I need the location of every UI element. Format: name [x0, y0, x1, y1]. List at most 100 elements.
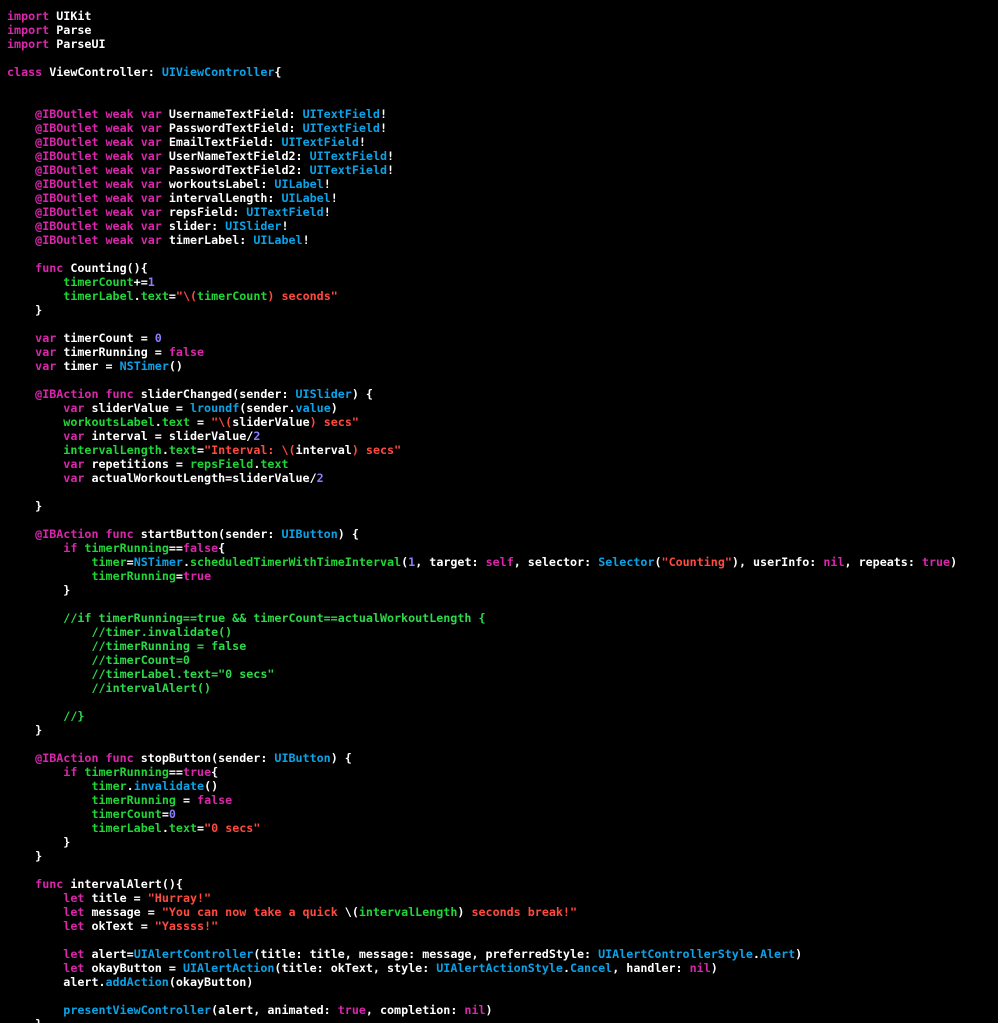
code-token-keyword: self [485, 555, 514, 569]
code-token-keyword: var [35, 331, 57, 345]
code-line: presentViewController(alert, animated: t… [7, 1003, 957, 1017]
code-token-plain: Parse [49, 23, 92, 37]
code-line: let title = "Hurray!" [7, 891, 957, 905]
code-token-comment: //timer.invalidate() [91, 625, 233, 639]
code-token-keyword: @IBOutlet weak var [35, 177, 162, 191]
code-token-keyword: func [35, 261, 64, 275]
code-token-type: Cancel [569, 961, 613, 975]
code-token-keyword: true [182, 569, 212, 583]
code-token-plain: , repeats: [844, 555, 922, 569]
code-token-number: 0 [154, 331, 162, 345]
code-token-plain: += [133, 275, 148, 289]
code-token-plain: = [175, 793, 198, 807]
code-line: //if timerRunning==true && timerCount==a… [7, 611, 957, 625]
code-token-plain: ) [485, 1003, 493, 1017]
code-line: timerLabel.text="\(timerCount) seconds" [7, 289, 957, 303]
code-line: @IBOutlet weak var UsernameTextField: UI… [7, 107, 957, 121]
code-token-plain: alert= [84, 947, 134, 961]
code-token-property: timerCount [197, 289, 268, 303]
code-token-plain: alert. [7, 975, 106, 989]
code-line: //timerRunning = false [7, 639, 957, 653]
code-token-plain: interval [295, 443, 352, 457]
code-token-plain: (okayButton) [168, 975, 254, 989]
code-token-type: UITextField [246, 205, 324, 219]
code-token-plain: } [7, 583, 71, 597]
code-token-type: UITextField [281, 135, 359, 149]
code-token-plain: . [154, 415, 162, 429]
code-token-type: UITextField [302, 121, 380, 135]
code-token-plain: title = [84, 891, 148, 905]
code-token-plain: = [161, 807, 169, 821]
code-token-plain: = [197, 443, 205, 457]
code-token-type: Selector [598, 555, 655, 569]
code-token-keyword: let [63, 891, 85, 905]
code-token-type: UIAlertAction [182, 961, 275, 975]
code-line: } [7, 835, 957, 849]
code-token-plain: ! [379, 121, 388, 135]
code-token-plain: ! [387, 163, 395, 177]
code-token-property: timerLabel [63, 289, 134, 303]
code-line: @IBOutlet weak var PasswordTextField: UI… [7, 121, 957, 135]
code-token-string: "Counting" [661, 555, 732, 569]
code-token-plain: = [175, 569, 183, 583]
code-line: timerCount=0 [7, 807, 957, 821]
code-token-plain: UsernameTextField: [161, 107, 303, 121]
code-line: timerCount+=1 [7, 275, 957, 289]
code-token-plain: message = [84, 905, 162, 919]
code-editor[interactable]: import UIKit import Parse import ParseUI cl… [0, 0, 998, 1023]
code-token-type: Alert [759, 947, 796, 961]
code-line: @IBOutlet weak var PasswordTextField2: U… [7, 163, 957, 177]
code-line: @IBOutlet weak var EmailTextField: UITex… [7, 135, 957, 149]
code-token-keyword: false [182, 541, 219, 555]
code-token-property: timerCount [63, 275, 134, 289]
code-token-type: UIAlertController [133, 947, 254, 961]
code-line: import UIKit [7, 9, 957, 23]
code-token-keyword: import [7, 23, 50, 37]
code-token-keyword: func [35, 877, 64, 891]
code-token-keyword: let [63, 961, 85, 975]
code-token-plain: timerLabel: [161, 233, 254, 247]
code-token-plain: sliderValue [232, 415, 310, 429]
code-token-plain: (title: okText, style: [274, 961, 437, 975]
code-token-plain: sliderValue = [84, 401, 190, 415]
code-token-keyword: var [63, 457, 85, 471]
code-token-plain: ! [387, 149, 395, 163]
code-line: import Parse [7, 23, 957, 37]
code-token-keyword: @IBAction func [35, 751, 134, 765]
code-token-plain: ParseUI [49, 37, 106, 51]
code-token-plain: ! [330, 191, 338, 205]
code-line: timerRunning = false [7, 793, 957, 807]
code-token-plain: (title: title, message: message, preferr… [253, 947, 599, 961]
code-token-type: UISlider [295, 387, 352, 401]
code-line: //timerCount=0 [7, 653, 957, 667]
code-token-keyword: var [63, 429, 85, 443]
code-token-plain: = [189, 415, 212, 429]
code-token-type: UIAlertActionStyle [436, 961, 563, 975]
code-token-plain: timerRunning = [56, 345, 169, 359]
code-token-keyword: class [7, 65, 43, 79]
code-line: var sliderValue = lroundf(sender.value) [7, 401, 957, 415]
